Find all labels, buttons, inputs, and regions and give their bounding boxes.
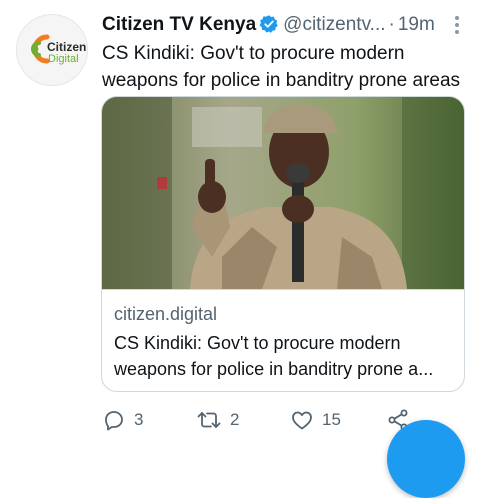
card-divider xyxy=(102,289,464,290)
more-vertical-icon[interactable] xyxy=(452,13,462,37)
separator-dot: · xyxy=(388,14,395,35)
avatar[interactable]: Citizen Digital xyxy=(16,14,88,86)
retweet-count: 2 xyxy=(230,410,240,429)
reply-count: 3 xyxy=(134,410,144,429)
retweet-button[interactable]: 2 xyxy=(196,406,239,434)
reply-button[interactable]: 3 xyxy=(102,406,143,434)
reply-icon xyxy=(105,411,123,431)
avatar-logo-subtext: Digital xyxy=(48,53,79,65)
author-name[interactable]: Citizen TV Kenya xyxy=(102,14,256,35)
verified-badge-icon xyxy=(259,15,278,33)
timestamp[interactable]: 19m xyxy=(398,14,435,35)
avatar-logo-text: Citizen xyxy=(47,40,87,54)
retweet-icon xyxy=(197,412,221,428)
compose-tweet-button[interactable] xyxy=(387,420,465,498)
like-button[interactable]: 15 xyxy=(290,406,341,434)
heart-icon xyxy=(292,411,312,430)
author-handle[interactable]: @citizentv... xyxy=(283,14,385,35)
link-card[interactable]: citizen.digital CS Kindiki: Gov't to pro… xyxy=(101,96,465,392)
like-count: 15 xyxy=(322,410,341,429)
tweet-text: CS Kindiki: Gov't to procure modern weap… xyxy=(102,43,461,91)
tweet-header: Citizen TV Kenya @citizentv... · 19m xyxy=(102,13,472,37)
card-image xyxy=(102,97,464,289)
card-title: CS Kindiki: Gov't to procure modern weap… xyxy=(114,333,434,379)
card-domain: citizen.digital xyxy=(114,304,218,324)
tweet[interactable]: Citizen Digital Citizen TV Kenya @citize… xyxy=(0,0,480,498)
